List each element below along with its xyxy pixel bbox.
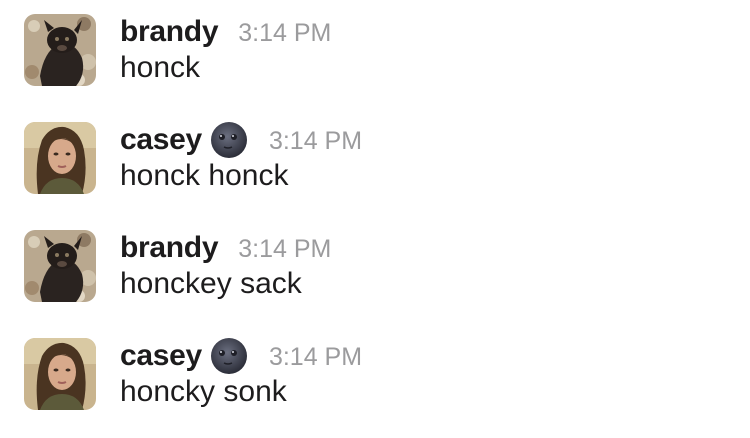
- message-text: honcky sonk: [120, 375, 287, 408]
- message-header: casey 3:14 PM: [120, 338, 362, 374]
- dog-avatar-icon: [24, 230, 96, 302]
- avatar[interactable]: [24, 338, 96, 410]
- message-text: honckey sack: [120, 267, 302, 300]
- message-item: casey 3:14 PM honck honck: [0, 122, 750, 222]
- avatar[interactable]: [24, 122, 96, 194]
- author-name[interactable]: casey: [120, 123, 202, 157]
- new-moon-face-icon[interactable]: [209, 336, 249, 376]
- message-item: brandy 3:14 PM honckey sack: [0, 230, 750, 330]
- author-name[interactable]: casey: [120, 339, 202, 373]
- message-text: honck honck: [120, 159, 289, 192]
- timestamp[interactable]: 3:14 PM: [269, 127, 362, 156]
- woman-avatar-icon: [24, 122, 96, 194]
- timestamp[interactable]: 3:14 PM: [238, 19, 331, 48]
- author-name[interactable]: brandy: [120, 15, 219, 49]
- woman-avatar-icon: [24, 338, 96, 410]
- message-text: honck: [120, 51, 201, 84]
- timestamp[interactable]: 3:14 PM: [269, 343, 362, 372]
- dog-avatar-icon: [24, 14, 96, 86]
- timestamp[interactable]: 3:14 PM: [238, 235, 331, 264]
- message-header: brandy 3:14 PM: [120, 14, 331, 50]
- avatar[interactable]: [24, 14, 96, 86]
- message-item: brandy 3:14 PM honck: [0, 14, 750, 114]
- message-header: brandy 3:14 PM: [120, 230, 331, 266]
- new-moon-face-icon[interactable]: [209, 120, 249, 160]
- message-header: casey 3:14 PM: [120, 122, 362, 158]
- message-item: casey 3:14 PM honcky sonk: [0, 338, 750, 438]
- avatar[interactable]: [24, 230, 96, 302]
- author-name[interactable]: brandy: [120, 231, 219, 265]
